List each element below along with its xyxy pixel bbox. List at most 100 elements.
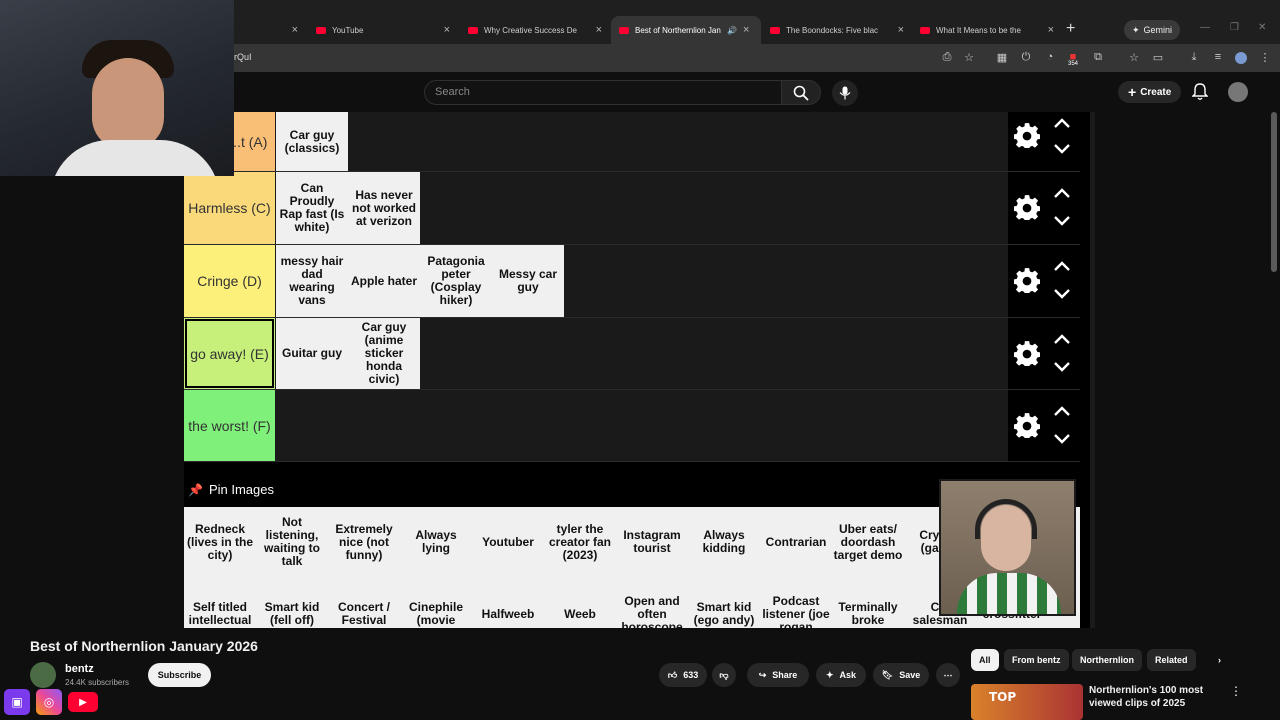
channel-avatar[interactable]	[30, 662, 56, 688]
search-input[interactable]: Search	[424, 80, 782, 105]
tier-item[interactable]: messy hair dad wearing vans	[276, 245, 348, 317]
chevron-down-icon[interactable]	[1054, 434, 1070, 444]
extension-icon[interactable]: ▦	[995, 51, 1009, 64]
gear-icon[interactable]	[1014, 412, 1040, 438]
pin-item[interactable]: Open and often horoscope	[616, 579, 688, 628]
split-view-icon[interactable]: ▭	[1151, 51, 1165, 64]
pin-item[interactable]: Smart kid (fell off)	[256, 579, 328, 628]
new-tab-button[interactable]: +	[1066, 20, 1075, 38]
tier-label[interactable]: Cringe (D)	[184, 245, 275, 317]
pin-item[interactable]: Smart kid (ego andy)	[688, 579, 760, 628]
extension-icon[interactable]: ◔	[1043, 51, 1057, 63]
pin-item[interactable]: Weeb	[544, 579, 616, 628]
channel-name[interactable]: bentz	[65, 663, 94, 675]
close-icon[interactable]: ×	[898, 24, 904, 36]
power-icon[interactable]: ⏻	[1019, 51, 1033, 64]
filter-from-bentz[interactable]: From bentz	[1004, 649, 1069, 671]
recommended-thumbnail[interactable]: TOP	[971, 684, 1083, 720]
subscribe-button[interactable]: Subscribe	[148, 663, 211, 687]
filter-related[interactable]: Related	[1147, 649, 1196, 671]
chevron-up-icon[interactable]	[1054, 334, 1070, 344]
speaker-icon[interactable]: 🔊	[727, 26, 737, 35]
profile-avatar[interactable]	[1235, 52, 1247, 64]
minimize-button[interactable]: —	[1200, 22, 1210, 33]
tier-item[interactable]: Patagonia peter (Cosplay hiker)	[420, 245, 492, 317]
media-icon[interactable]: ≡	[1211, 51, 1225, 63]
chevron-down-icon[interactable]	[1054, 144, 1070, 154]
share-button[interactable]: ↪ Share	[747, 663, 809, 687]
bookmarks-icon[interactable]: ☆	[1127, 51, 1141, 64]
tier-label[interactable]: Harmless (C)	[184, 172, 275, 244]
pin-item[interactable]: Cinephile (movie	[400, 579, 472, 628]
chevron-down-icon[interactable]	[1054, 216, 1070, 226]
pin-item[interactable]: Halfweeb	[472, 579, 544, 628]
extension-badge-icon[interactable]: ■ 354	[1066, 51, 1080, 67]
pin-item[interactable]: tyler the creator fan (2023)	[544, 507, 616, 577]
tab-best-of-northernlion[interactable]: Best of Northernlion Jan 🔊 ×	[611, 16, 761, 44]
pin-item[interactable]: Contrarian	[760, 507, 832, 577]
close-icon[interactable]: ×	[743, 24, 749, 36]
tier-item[interactable]: Apple hater	[348, 245, 420, 317]
pin-item[interactable]: Always lying	[400, 507, 472, 577]
url-text[interactable]: rQuI	[234, 52, 252, 62]
search-button[interactable]	[781, 80, 821, 105]
chevron-right-icon[interactable]: ›	[1210, 649, 1229, 671]
chevron-down-icon[interactable]	[1054, 289, 1070, 299]
tier-label[interactable]: the worst! (F)	[184, 390, 275, 461]
pin-item[interactable]: Concert / Festival	[328, 579, 400, 628]
tab-0[interactable]: ×	[234, 16, 306, 44]
puzzle-icon[interactable]: ⧉	[1091, 51, 1105, 64]
gemini-button[interactable]: ✦ Gemini	[1124, 20, 1181, 40]
notifications-button[interactable]	[1191, 83, 1209, 106]
tier-item[interactable]: Messy car guy	[492, 245, 564, 317]
tier-item[interactable]: Can Proudly Rap fast (Is white)	[276, 172, 348, 244]
more-vert-icon[interactable]: ⋮	[1230, 684, 1242, 698]
close-icon[interactable]: ×	[292, 24, 298, 36]
gear-icon[interactable]	[1014, 122, 1040, 148]
close-icon[interactable]: ×	[596, 24, 602, 36]
install-app-icon[interactable]: ⎙	[940, 51, 954, 64]
tier-item[interactable]: Has never not worked at verizon	[348, 172, 420, 244]
tier-item[interactable]: Car guy (anime sticker honda civic)	[348, 318, 420, 389]
ask-button[interactable]: ✦ Ask	[816, 663, 866, 687]
create-button[interactable]: + Create	[1118, 81, 1182, 103]
window-close-button[interactable]: ✕	[1258, 22, 1266, 33]
pin-item[interactable]: Terminally broke	[832, 579, 904, 628]
download-icon[interactable]: ⤓	[1187, 51, 1201, 64]
account-avatar[interactable]	[1228, 82, 1248, 102]
chevron-down-icon[interactable]	[1054, 362, 1070, 372]
more-actions-button[interactable]: ⋯	[936, 663, 960, 687]
pin-item[interactable]: Not listening, waiting to talk	[256, 507, 328, 577]
pin-item[interactable]: Youtuber	[472, 507, 544, 577]
recommended-title[interactable]: Northernlion's 100 most viewed clips of …	[1089, 684, 1229, 710]
gear-icon[interactable]	[1014, 340, 1040, 366]
bookmark-star-icon[interactable]: ☆	[962, 51, 976, 64]
chevron-up-icon[interactable]	[1054, 188, 1070, 198]
tier-item[interactable]: Guitar guy	[276, 318, 348, 389]
pin-item[interactable]: Podcast listener (joe rogan	[760, 579, 832, 628]
maximize-button[interactable]: ❐	[1230, 22, 1239, 33]
save-button[interactable]: 🔖︎ Save	[873, 663, 929, 687]
pin-item[interactable]: Always kidding	[688, 507, 760, 577]
filter-all[interactable]: All	[971, 649, 999, 671]
pin-item[interactable]: Self titled intellectual	[184, 579, 256, 628]
scrollbar[interactable]	[1271, 112, 1277, 272]
pin-item[interactable]: Instagram tourist	[616, 507, 688, 577]
tier-label[interactable]: go away! (E)	[184, 318, 275, 389]
tab-boondocks[interactable]: The Boondocks: Five blac ×	[762, 16, 912, 44]
like-button[interactable]: 👍︎ 633	[659, 663, 707, 687]
close-icon[interactable]: ×	[444, 24, 450, 36]
chevron-up-icon[interactable]	[1054, 118, 1070, 128]
tab-why-creative[interactable]: Why Creative Success De ×	[460, 16, 610, 44]
tab-what-it-means[interactable]: What It Means to be the ×	[912, 16, 1062, 44]
tier-item[interactable]: Car guy (classics)	[276, 112, 348, 171]
gear-icon[interactable]	[1014, 194, 1040, 220]
dislike-button[interactable]: 👎︎	[712, 663, 736, 687]
pin-item[interactable]: Redneck (lives in the city)	[184, 507, 256, 577]
menu-icon[interactable]: ⋮	[1258, 51, 1272, 64]
pin-item[interactable]: Uber eats/ doordash target demo	[832, 507, 904, 577]
gear-icon[interactable]	[1014, 267, 1040, 293]
voice-search-button[interactable]	[832, 80, 858, 106]
chevron-up-icon[interactable]	[1054, 261, 1070, 271]
pin-item[interactable]: Extremely nice (not funny)	[328, 507, 400, 577]
